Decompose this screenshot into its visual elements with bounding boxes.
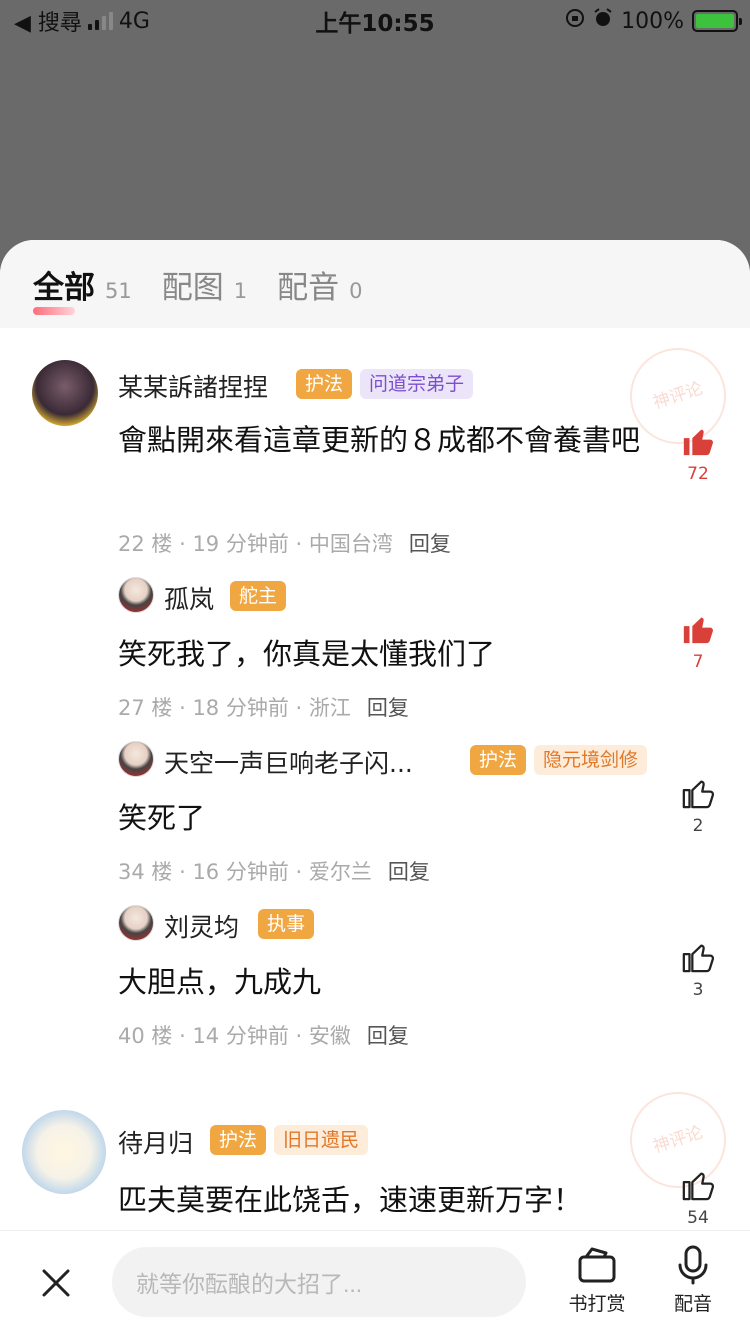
- tab-count: 0: [349, 278, 363, 303]
- rotation-lock-icon: [565, 8, 585, 34]
- title-badge: 隐元境剑修: [534, 745, 648, 775]
- post-time: 14 分钟前: [192, 1024, 289, 1048]
- battery-percent: 100%: [621, 8, 684, 34]
- comment-text: 大胆点，九成九: [118, 965, 322, 999]
- username[interactable]: 刘灵均: [164, 908, 239, 944]
- comment-meta: 34 楼 · 16 分钟前 · 爱尔兰 回复: [118, 860, 430, 884]
- tab-label: 全部: [33, 269, 95, 306]
- tab-label: 配音: [277, 269, 340, 306]
- tab-active-indicator: [33, 306, 75, 315]
- tab-all[interactable]: 全部 51: [33, 262, 132, 315]
- role-badge: 护法: [210, 1125, 267, 1155]
- like-button[interactable]: 2: [678, 776, 718, 836]
- reply-button[interactable]: 回复: [388, 860, 430, 884]
- post-time: 19 分钟前: [192, 532, 289, 556]
- like-count: 7: [692, 652, 704, 672]
- location: 安徽: [308, 1024, 351, 1048]
- role-badge: 舵主: [230, 581, 287, 611]
- floor-number: 40 楼: [118, 1024, 173, 1048]
- username[interactable]: 待月归: [118, 1124, 193, 1160]
- like-button[interactable]: 7: [678, 612, 718, 672]
- thumbs-up-icon: [682, 780, 715, 809]
- comment-text: 笑死我了，你真是太懂我们了: [118, 637, 496, 671]
- comment-input[interactable]: 就等你酝酿的大招了...: [112, 1247, 526, 1317]
- tab-label: 配图: [161, 269, 224, 306]
- close-icon: [42, 1269, 70, 1297]
- like-count: 2: [692, 816, 704, 836]
- microphone-icon: [678, 1245, 708, 1285]
- tab-images[interactable]: 配图 1: [162, 262, 247, 307]
- thumbs-up-filled-icon: [683, 429, 713, 456]
- location: 中国台湾: [308, 532, 393, 556]
- alarm-icon: [593, 8, 613, 34]
- avatar[interactable]: [22, 1110, 106, 1194]
- username[interactable]: 孤岚: [164, 580, 214, 616]
- like-button[interactable]: 72: [678, 424, 718, 484]
- comment-tabs: 全部 51 配图 1 配音 0: [0, 240, 750, 328]
- close-button[interactable]: [38, 1265, 74, 1301]
- role-badge: 护法: [296, 369, 353, 399]
- floor-number: 34 楼: [118, 860, 173, 884]
- status-bar: ◀ 搜尋 4G 上午10:55 100%: [0, 0, 750, 42]
- username[interactable]: 某某訴諸捏捏: [118, 368, 268, 404]
- username[interactable]: 天空一声巨响老子闪...: [164, 744, 413, 780]
- comment-meta: 27 楼 · 18 分钟前 · 浙江 回复: [118, 696, 409, 720]
- reply-button[interactable]: 回复: [409, 532, 451, 556]
- like-count: 3: [692, 980, 704, 1000]
- reward-label: 书打赏: [568, 1293, 626, 1315]
- reply-button[interactable]: 回复: [367, 696, 409, 720]
- thumbs-up-filled-icon: [683, 617, 713, 644]
- comment-sheet: 全部 51 配图 1 配音 0 某某訴諸捏捏 护法 问道宗弟子 神评论 會點開來…: [0, 240, 750, 1334]
- avatar[interactable]: [32, 360, 98, 426]
- comment-meta: 40 楼 · 14 分钟前 · 安徽 回复: [118, 1024, 409, 1048]
- voice-label: 配音: [673, 1293, 712, 1315]
- reward-button[interactable]: 书打赏: [562, 1245, 632, 1316]
- avatar[interactable]: [118, 741, 154, 777]
- avatar[interactable]: [118, 905, 154, 941]
- comment-input-bar: 就等你酝酿的大招了... 书打赏 配音: [0, 1230, 750, 1334]
- floor-number: 22 楼: [118, 532, 173, 556]
- title-badge: 旧日遗民: [274, 1125, 369, 1155]
- thumbs-up-icon: [682, 944, 715, 973]
- post-time: 16 分钟前: [192, 860, 289, 884]
- role-badge: 执事: [258, 909, 315, 939]
- like-button[interactable]: 3: [678, 940, 718, 1000]
- comment-text: 笑死了: [118, 801, 206, 835]
- like-count: 54: [687, 1208, 709, 1228]
- like-count: 72: [687, 464, 709, 484]
- tab-voice[interactable]: 配音 0: [277, 262, 362, 307]
- location: 浙江: [308, 696, 351, 720]
- floor-number: 27 楼: [118, 696, 173, 720]
- tab-count: 51: [105, 278, 132, 303]
- comment-meta: 22 楼 · 19 分钟前 · 中国台湾 回复: [118, 532, 451, 556]
- avatar[interactable]: [118, 577, 154, 613]
- post-time: 18 分钟前: [192, 696, 289, 720]
- location: 爱尔兰: [308, 860, 372, 884]
- comment-text: 會點開來看這章更新的８成都不會養書吧: [118, 423, 641, 457]
- role-badge: 护法: [470, 745, 527, 775]
- battery-icon: [692, 10, 742, 32]
- gift-icon: [578, 1247, 616, 1283]
- tab-count: 1: [233, 278, 248, 303]
- like-button[interactable]: 54: [678, 1168, 718, 1228]
- comment-text: 匹夫莫要在此饶舌，速速更新万字！: [118, 1183, 583, 1217]
- thumbs-up-icon: [682, 1172, 715, 1201]
- reply-button[interactable]: 回复: [367, 1024, 409, 1048]
- title-badge: 问道宗弟子: [360, 369, 474, 399]
- voice-button[interactable]: 配音: [658, 1245, 728, 1316]
